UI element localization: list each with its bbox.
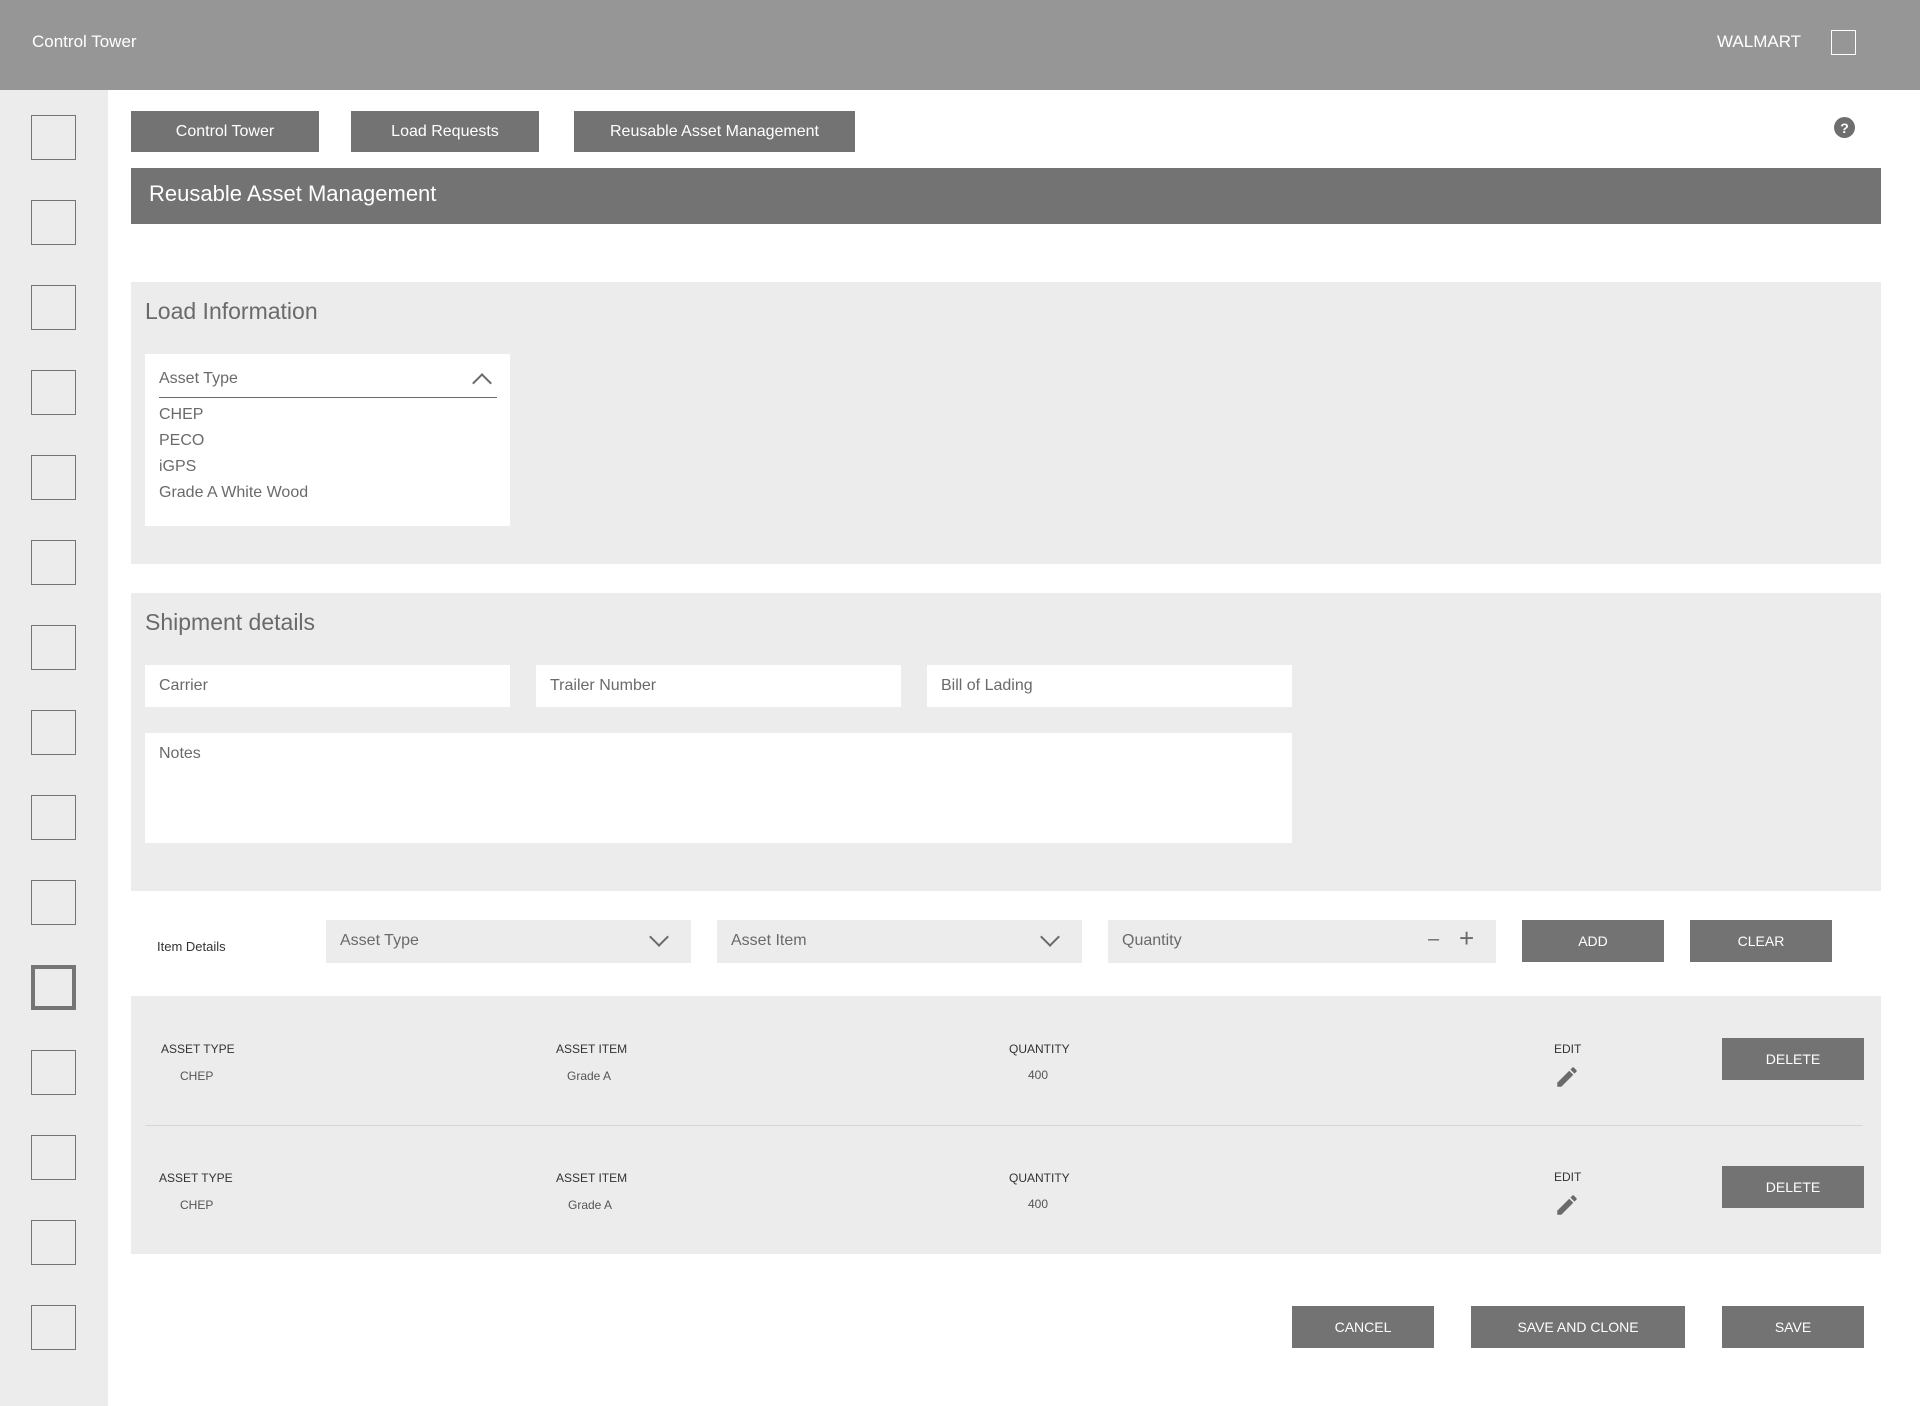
delete-button[interactable]: DELETE — [1722, 1038, 1864, 1080]
pencil-icon[interactable] — [1554, 1064, 1580, 1090]
sidebar-item-6-icon[interactable] — [31, 540, 76, 585]
shipment-details-title: Shipment details — [145, 609, 316, 635]
quantity-value: 400 — [1028, 1197, 1049, 1211]
sidebar-item-3-icon[interactable] — [31, 285, 76, 330]
asset-type-dropdown-header[interactable]: Asset Type — [159, 366, 497, 398]
chevron-down-icon — [1040, 927, 1060, 947]
row-divider — [145, 1125, 1863, 1126]
page-header: Reusable Asset Management — [131, 168, 1881, 224]
sidebar-item-14-icon[interactable] — [31, 1220, 76, 1265]
save-and-clone-button[interactable]: SAVE AND CLONE — [1471, 1306, 1685, 1348]
edit-header: EDIT — [1554, 1042, 1582, 1056]
dropdown-option[interactable]: iGPS — [159, 458, 196, 476]
dropdown-option[interactable]: PECO — [159, 432, 204, 450]
asset-type-value: CHEP — [180, 1069, 214, 1083]
sidebar-item-7-icon[interactable] — [31, 625, 76, 670]
chevron-down-icon — [649, 927, 669, 947]
asset-item-value: Grade A — [568, 1198, 613, 1212]
asset-type-header: ASSET TYPE — [159, 1171, 233, 1185]
asset-type-select[interactable]: Asset Type — [326, 920, 691, 963]
org-name: WALMART — [1717, 32, 1802, 51]
dropdown-option[interactable]: Grade A White Wood — [159, 484, 308, 502]
pencil-icon[interactable] — [1554, 1192, 1580, 1218]
sidebar-item-2-icon[interactable] — [31, 200, 76, 245]
asset-type-value: CHEP — [180, 1198, 214, 1212]
bill-of-lading-field[interactable]: Bill of Lading — [927, 665, 1292, 707]
user-menu-icon[interactable] — [1831, 30, 1856, 55]
delete-button[interactable]: DELETE — [1722, 1166, 1864, 1208]
cancel-button[interactable]: CANCEL — [1292, 1306, 1434, 1348]
quantity-header: QUANTITY — [1009, 1171, 1070, 1185]
asset-item-select[interactable]: Asset Item — [717, 920, 1082, 963]
item-details-label: Item Details — [157, 939, 226, 954]
plus-icon[interactable]: + — [1459, 925, 1474, 951]
quantity-value: 400 — [1028, 1068, 1049, 1082]
tab-control-tower[interactable]: Control Tower — [131, 111, 319, 152]
asset-item-header: ASSET ITEM — [556, 1042, 628, 1056]
asset-item-header: ASSET ITEM — [556, 1171, 628, 1185]
page-title: Reusable Asset Management — [149, 181, 437, 206]
sidebar-item-5-icon[interactable] — [31, 455, 76, 500]
notes-field[interactable]: Notes — [145, 733, 1292, 843]
clear-button[interactable]: CLEAR — [1690, 920, 1832, 962]
quantity-header: QUANTITY — [1009, 1042, 1070, 1056]
add-button[interactable]: ADD — [1522, 920, 1664, 962]
sidebar-item-8-icon[interactable] — [31, 710, 76, 755]
save-button[interactable]: SAVE — [1722, 1306, 1864, 1348]
sidebar-item-11-icon[interactable] — [31, 965, 76, 1010]
sidebar-item-13-icon[interactable] — [31, 1135, 76, 1180]
minus-icon[interactable]: – — [1428, 928, 1439, 951]
sidebar-item-15-icon[interactable] — [31, 1305, 76, 1350]
tab-reusable-asset-management[interactable]: Reusable Asset Management — [574, 111, 855, 152]
sidebar-item-12-icon[interactable] — [31, 1050, 76, 1095]
sidebar-item-10-icon[interactable] — [31, 880, 76, 925]
dropdown-option[interactable]: CHEP — [159, 406, 203, 424]
carrier-field[interactable]: Carrier — [145, 665, 510, 707]
sidebar-item-4-icon[interactable] — [31, 370, 76, 415]
load-information-title: Load Information — [145, 298, 318, 324]
sidebar-item-1-icon[interactable] — [31, 115, 76, 160]
asset-item-value: Grade A — [567, 1069, 612, 1083]
trailer-number-field[interactable]: Trailer Number — [536, 665, 901, 707]
edit-header: EDIT — [1554, 1170, 1582, 1184]
app-title: Control Tower — [32, 32, 137, 51]
help-icon[interactable]: ? — [1834, 117, 1855, 138]
tab-load-requests[interactable]: Load Requests — [351, 111, 539, 152]
asset-type-select-label: Asset Type — [340, 932, 419, 949]
sidebar-item-9-icon[interactable] — [31, 795, 76, 840]
asset-item-select-label: Asset Item — [731, 932, 807, 949]
asset-type-dropdown[interactable]: Asset Type CHEP PECO iGPS Grade A White … — [145, 354, 510, 526]
asset-type-dropdown-label: Asset Type — [159, 370, 238, 387]
chevron-up-icon — [472, 373, 492, 393]
sidebar — [0, 90, 108, 1406]
quantity-label: Quantity — [1122, 932, 1182, 949]
top-bar: Control Tower WALMART — [0, 0, 1920, 90]
asset-type-header: ASSET TYPE — [161, 1042, 235, 1056]
